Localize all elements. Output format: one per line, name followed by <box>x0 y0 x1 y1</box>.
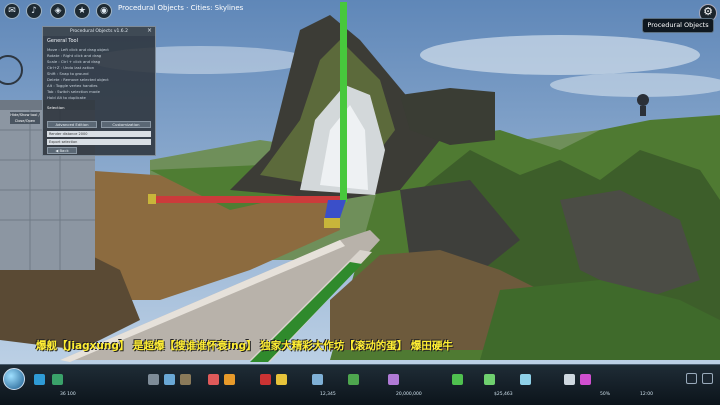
water-icon[interactable] <box>164 374 175 385</box>
settings-icon[interactable] <box>580 374 591 385</box>
gizmo-x-axis <box>155 196 340 203</box>
speed-indicator: 50% <box>600 392 611 397</box>
bottom-toolbar: 36 100 12,345 20,000,000 $25,463 50% 12:… <box>0 364 720 405</box>
help-line: Shift : Snap to ground <box>47 71 89 76</box>
expand-icon[interactable] <box>702 373 713 384</box>
park-icon[interactable] <box>348 374 359 385</box>
time-indicator: 12:00 <box>640 392 653 397</box>
gizmo-y-axis <box>340 2 347 202</box>
general-tool-panel: Procedural Objects v1.6.2 × General Tool… <box>42 26 156 156</box>
achievements-icon[interactable]: ★ <box>74 3 90 19</box>
income-counter: $25,463 <box>494 392 513 397</box>
money-counter: 20,000,000 <box>396 392 422 397</box>
back-button[interactable]: ◀ Back <box>47 147 77 154</box>
move-camera-icon[interactable] <box>686 373 697 384</box>
panel-header: Procedural Objects v1.6.2 <box>43 27 155 36</box>
export-field[interactable]: Export selection <box>47 139 151 145</box>
help-line: Ctrl+Z : Undo last action <box>47 65 95 70</box>
top-bar: ✉ ♪ ◈ ★ ◉ Procedural Objects · Cities: S… <box>0 0 720 22</box>
help-line: Delete : Remove selected object <box>47 77 109 82</box>
help-line: Rotate : Right click and drag <box>47 53 102 58</box>
help-line: Move : Left click and drag object <box>47 47 109 52</box>
education-icon[interactable] <box>276 374 287 385</box>
camera-icon[interactable]: ◉ <box>96 3 112 19</box>
info-icon[interactable] <box>564 374 575 385</box>
health-icon[interactable] <box>208 374 219 385</box>
help-line: Alt : Toggle vertex handles <box>47 83 98 88</box>
section-label: Selection <box>47 105 65 110</box>
panel-subtitle: General Tool <box>47 38 79 44</box>
road-icon[interactable] <box>52 374 63 385</box>
help-line: Hold Alt to duplicate <box>47 95 86 100</box>
chirper-icon[interactable]: ♪ <box>26 3 42 19</box>
window-title: Procedural Objects · Cities: Skylines <box>118 4 244 12</box>
transport-icon[interactable] <box>312 374 323 385</box>
residential-counter: 12,345 <box>320 392 336 397</box>
garbage-icon[interactable] <box>180 374 191 385</box>
procedural-objects-button[interactable]: Procedural Objects <box>642 18 714 33</box>
help-line: Scale : Ctrl + click and drag <box>47 59 101 64</box>
unique-building-icon[interactable] <box>388 374 399 385</box>
close-icon[interactable]: × <box>147 27 152 34</box>
advanced-edition-button[interactable]: Advanced Edition <box>47 121 97 128</box>
unlock-icon[interactable]: ◈ <box>50 3 66 19</box>
district-icon[interactable] <box>484 374 495 385</box>
police-icon[interactable] <box>260 374 271 385</box>
video-subtitle: 爆舰【Jiagxung】 是超爆【搜谁谁怀衰ing】 独家大精彩大作坊【滚动的蛋… <box>36 340 453 352</box>
population-counter: 36 100 <box>60 392 76 397</box>
zone-icon[interactable] <box>34 374 45 385</box>
render-distance-field[interactable]: Render distance 2000 <box>47 131 151 137</box>
electricity-icon[interactable] <box>148 374 159 385</box>
bulldozer-icon[interactable] <box>520 374 531 385</box>
customization-button[interactable]: Customization <box>101 121 151 128</box>
globe-icon[interactable] <box>3 368 25 390</box>
hide-show-tag[interactable]: Hide/Show tool / Close/Open <box>10 112 40 124</box>
help-line: Tab : Switch selection mode <box>47 89 100 94</box>
monument-icon[interactable] <box>452 374 463 385</box>
fire-icon[interactable] <box>224 374 235 385</box>
speech-bubble-icon[interactable]: ✉ <box>4 3 20 19</box>
